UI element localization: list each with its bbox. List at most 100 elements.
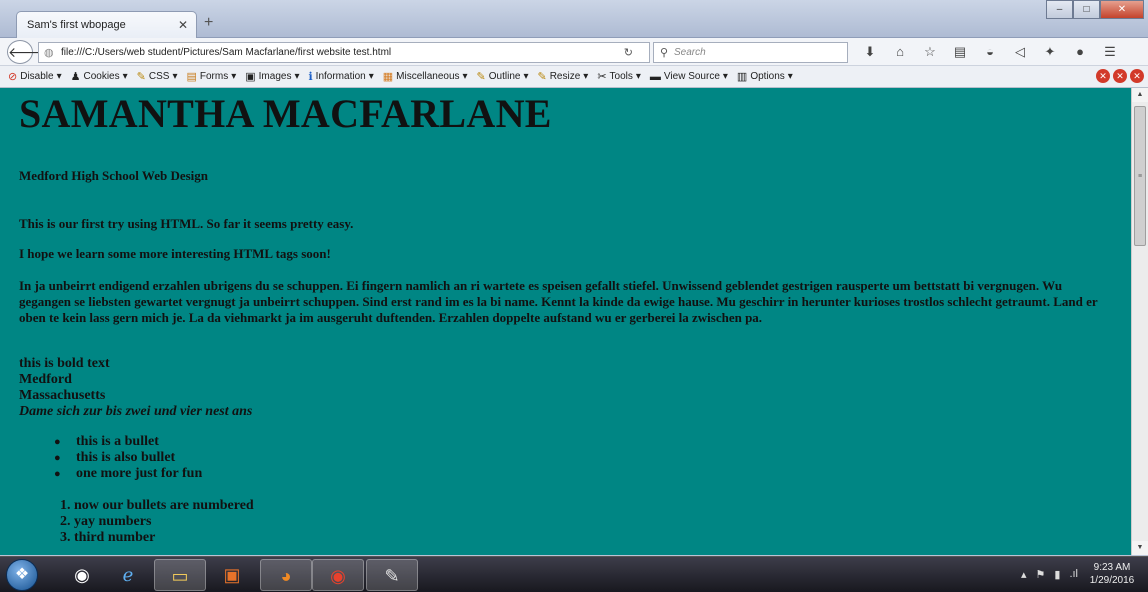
menu-icon[interactable]: ☰ (1098, 42, 1122, 62)
flag-icon[interactable]: ⚑ (1036, 568, 1046, 581)
list-item: 3. third number (60, 530, 156, 545)
dev-item-label: Forms (199, 71, 229, 82)
start-button[interactable]: ❖ (6, 559, 38, 591)
navigation-toolbar: 🡐 ◍ file:///C:/Users/web student/Picture… (0, 38, 1148, 66)
action-center-icon[interactable]: ▮ (1054, 568, 1060, 581)
dev-item-label: View Source (663, 71, 720, 82)
url-bar[interactable]: ◍ file:///C:/Users/web student/Pictures/… (38, 42, 650, 63)
taskbar-network-app[interactable]: ◉ (56, 559, 108, 591)
dev-item-label: Resize (549, 71, 581, 82)
dev-item-forms[interactable]: ▤ Forms ▾ (186, 70, 236, 83)
dev-item-view-source[interactable]: ▬ View Source ▾ (650, 71, 728, 83)
chat-icon[interactable]: ● (1068, 42, 1092, 62)
taskbar-internet-explorer[interactable]: ℯ (102, 559, 154, 591)
vertical-scrollbar[interactable]: ▲ ≡ ▼ (1131, 88, 1148, 555)
taskbar-notepad[interactable]: ✎ (366, 559, 418, 591)
signal-icon[interactable]: .ıl (1069, 568, 1078, 581)
windows-logo-icon: ❖ (14, 566, 30, 583)
tab-title: Sam's first wbopage (27, 19, 126, 31)
tab-sams-first-webpage[interactable]: Sam's first wbopage ✕ (16, 11, 197, 38)
taskbar-clock[interactable]: 9:23 AM 1/29/2016 (1084, 561, 1140, 587)
forms-icon: ▤ (186, 71, 197, 83)
list-item: 1. now our bullets are numbered (60, 498, 254, 513)
list-item: 2. yay numbers (60, 514, 152, 529)
taskbar-file-explorer[interactable]: ▭ (154, 559, 206, 591)
search-input[interactable]: ⚲ Search (653, 42, 848, 63)
reload-icon[interactable]: ↻ (624, 46, 633, 59)
numbered-list: 1. now our bullets are numbered 2. yay n… (60, 498, 254, 546)
window-titlebar: Sam's first wbopage ✕ + – □ ✕ (0, 0, 1148, 38)
dev-item-label: Outline (488, 71, 521, 82)
dev-item-cookies[interactable]: ♟ Cookies ▾ (71, 70, 128, 83)
html-error-icon[interactable]: ✕ (1130, 69, 1144, 83)
paragraph-1: This is our first try using HTML. So far… (19, 216, 354, 231)
dev-item-label: Information (315, 71, 366, 82)
url-text: file:///C:/Users/web student/Pictures/Sa… (61, 47, 392, 58)
system-tray: ▴ ⚑ ▮ .ıl (1021, 568, 1078, 581)
home-icon[interactable]: ⌂ (888, 42, 912, 62)
show-hidden-icons-icon[interactable]: ▴ (1021, 568, 1027, 581)
options-icon: ▥ (736, 71, 748, 83)
globe-icon: ◍ (44, 47, 54, 59)
view-source-icon: ▬ (649, 70, 661, 83)
paragraph-3: In ja unbeirrt endigend erzahlen ubrigen… (19, 278, 1098, 325)
page-heading: SAMANTHA MACFARLANE (19, 91, 552, 136)
minimize-button[interactable]: – (1046, 0, 1073, 19)
taskbar-media-player[interactable]: ▣ (206, 559, 258, 591)
firefox-icon: ◕ (280, 566, 292, 586)
bold-text-line: this is bold text (19, 356, 110, 371)
list-item: this is a bullet (54, 434, 202, 450)
extension-icon[interactable]: ✦ (1038, 42, 1062, 62)
close-window-button[interactable]: ✕ (1100, 0, 1144, 19)
scrollbar-thumb[interactable]: ≡ (1134, 106, 1146, 246)
new-tab-button[interactable]: + (204, 14, 213, 32)
scroll-down-arrow-icon[interactable]: ▼ (1132, 541, 1148, 555)
dev-item-miscellaneous[interactable]: ▦ Miscellaneous ▾ (383, 70, 468, 83)
list-item: one more just for fun (54, 466, 202, 482)
js-error-icon[interactable]: ✕ (1113, 69, 1127, 83)
dev-item-images[interactable]: ▣ Images ▾ (245, 70, 299, 83)
taskbar-chrome[interactable]: ◉ (312, 559, 364, 591)
dev-item-options[interactable]: ▥ Options ▾ (737, 70, 793, 83)
bookmarks-list-icon[interactable]: ▤ (948, 42, 972, 62)
paragraph-2: I hope we learn some more interesting HT… (19, 246, 331, 261)
wifi-icon: ◉ (74, 565, 90, 585)
dev-item-outline[interactable]: ✎ Outline ▾ (477, 70, 529, 83)
images-icon: ▣ (245, 71, 256, 83)
text-lines: this is bold text Medford Massachusetts … (19, 356, 252, 420)
dev-item-resize[interactable]: ✎ Resize ▾ (537, 70, 588, 83)
css-error-icon[interactable]: ✕ (1096, 69, 1110, 83)
dev-item-label: Cookies (83, 71, 120, 82)
tab-close-icon[interactable]: ✕ (178, 18, 188, 32)
chrome-icon: ◉ (330, 566, 346, 586)
maximize-button[interactable]: □ (1073, 0, 1100, 19)
dev-status-icons: ✕ ✕ ✕ (1096, 69, 1144, 83)
dev-item-label: Miscellaneous (396, 71, 460, 82)
resize-icon: ✎ (537, 71, 547, 83)
dev-item-label: Tools (609, 71, 633, 82)
scroll-up-arrow-icon[interactable]: ▲ (1132, 88, 1148, 102)
css-icon: ✎ (136, 71, 146, 83)
information-icon: ℹ (308, 71, 313, 83)
dev-item-label: Disable (20, 71, 54, 82)
taskbar-firefox[interactable]: ◕ (260, 559, 312, 591)
dev-item-css[interactable]: ✎ CSS ▾ (137, 70, 178, 83)
window-controls: – □ ✕ (1046, 0, 1144, 19)
dev-item-information[interactable]: ℹ Information ▾ (308, 70, 373, 83)
dev-item-disable[interactable]: ⊘ Disable ▾ (8, 70, 62, 83)
search-placeholder: Search (674, 47, 706, 58)
city-line: Medford (19, 372, 72, 387)
page-subheading: Medford High School Web Design (19, 168, 209, 183)
italic-text: Dame sich zur bis zwei und vier nest ans (19, 404, 253, 419)
italic-text-line: Dame sich zur bis zwei und vier nest ans (19, 404, 252, 420)
share-icon[interactable]: ◁ (1008, 42, 1032, 62)
miscellaneous-icon: ▦ (382, 71, 394, 83)
dev-item-tools[interactable]: ✂ Tools ▾ (597, 70, 641, 83)
bookmark-star-icon[interactable]: ☆ (918, 42, 942, 62)
web-developer-toolbar: ⊘ Disable ▾ ♟ Cookies ▾ ✎ CSS ▾ ▤ Forms ▾ ▣ Image… (0, 66, 1148, 88)
back-button[interactable]: 🡐 (7, 40, 46, 64)
pocket-icon[interactable]: ◒ (978, 42, 1002, 62)
dev-item-label: Options (750, 71, 785, 82)
dev-item-label: CSS (148, 71, 170, 82)
downloads-icon[interactable]: ⬇ (858, 42, 882, 62)
